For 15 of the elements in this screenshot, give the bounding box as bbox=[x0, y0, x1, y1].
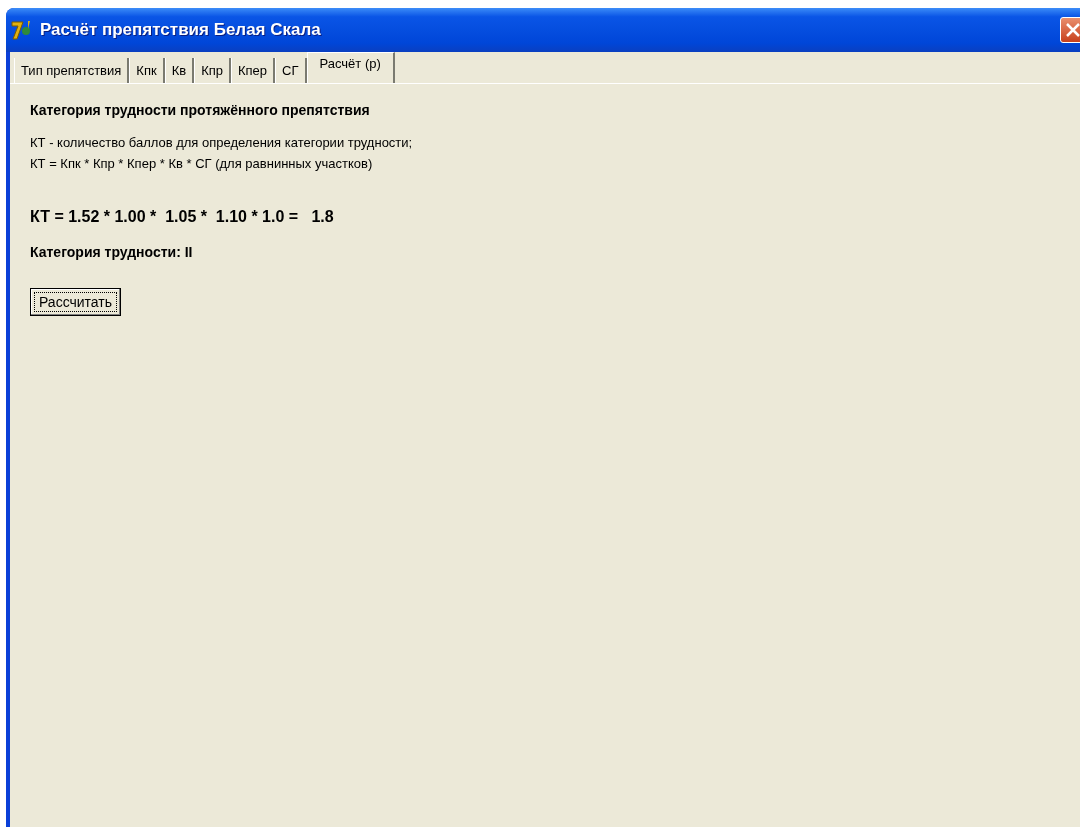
tab[interactable]: Кпер bbox=[231, 58, 276, 83]
tab[interactable]: СГ bbox=[275, 58, 307, 83]
tab[interactable]: Кпк bbox=[129, 58, 165, 83]
description-line: КТ = Кпк * Кпр * Кпер * Кв * СГ (для равнинных участков) bbox=[30, 155, 373, 173]
section-heading: Категория трудности протяжённого препятствия bbox=[30, 102, 370, 118]
tab[interactable]: Расчёт (р) bbox=[306, 52, 395, 83]
category-result: Категория трудности: II bbox=[30, 244, 193, 260]
tab[interactable]: Тип препятствия bbox=[14, 58, 130, 83]
description-line: КТ - количество баллов для определения категории трудности; bbox=[30, 134, 413, 152]
formula-result: КТ = 1.52 * 1.00 * 1.05 * 1.10 * 1.0 = 1.8 bbox=[30, 208, 334, 226]
close-button[interactable] bbox=[1060, 17, 1080, 43]
tab[interactable]: Кв bbox=[164, 58, 195, 83]
calculate-button[interactable]: Рассчитать bbox=[30, 288, 122, 316]
window-title: Расчёт препятствия Белая Скала bbox=[40, 20, 321, 40]
tab[interactable]: Кпр bbox=[194, 58, 231, 83]
